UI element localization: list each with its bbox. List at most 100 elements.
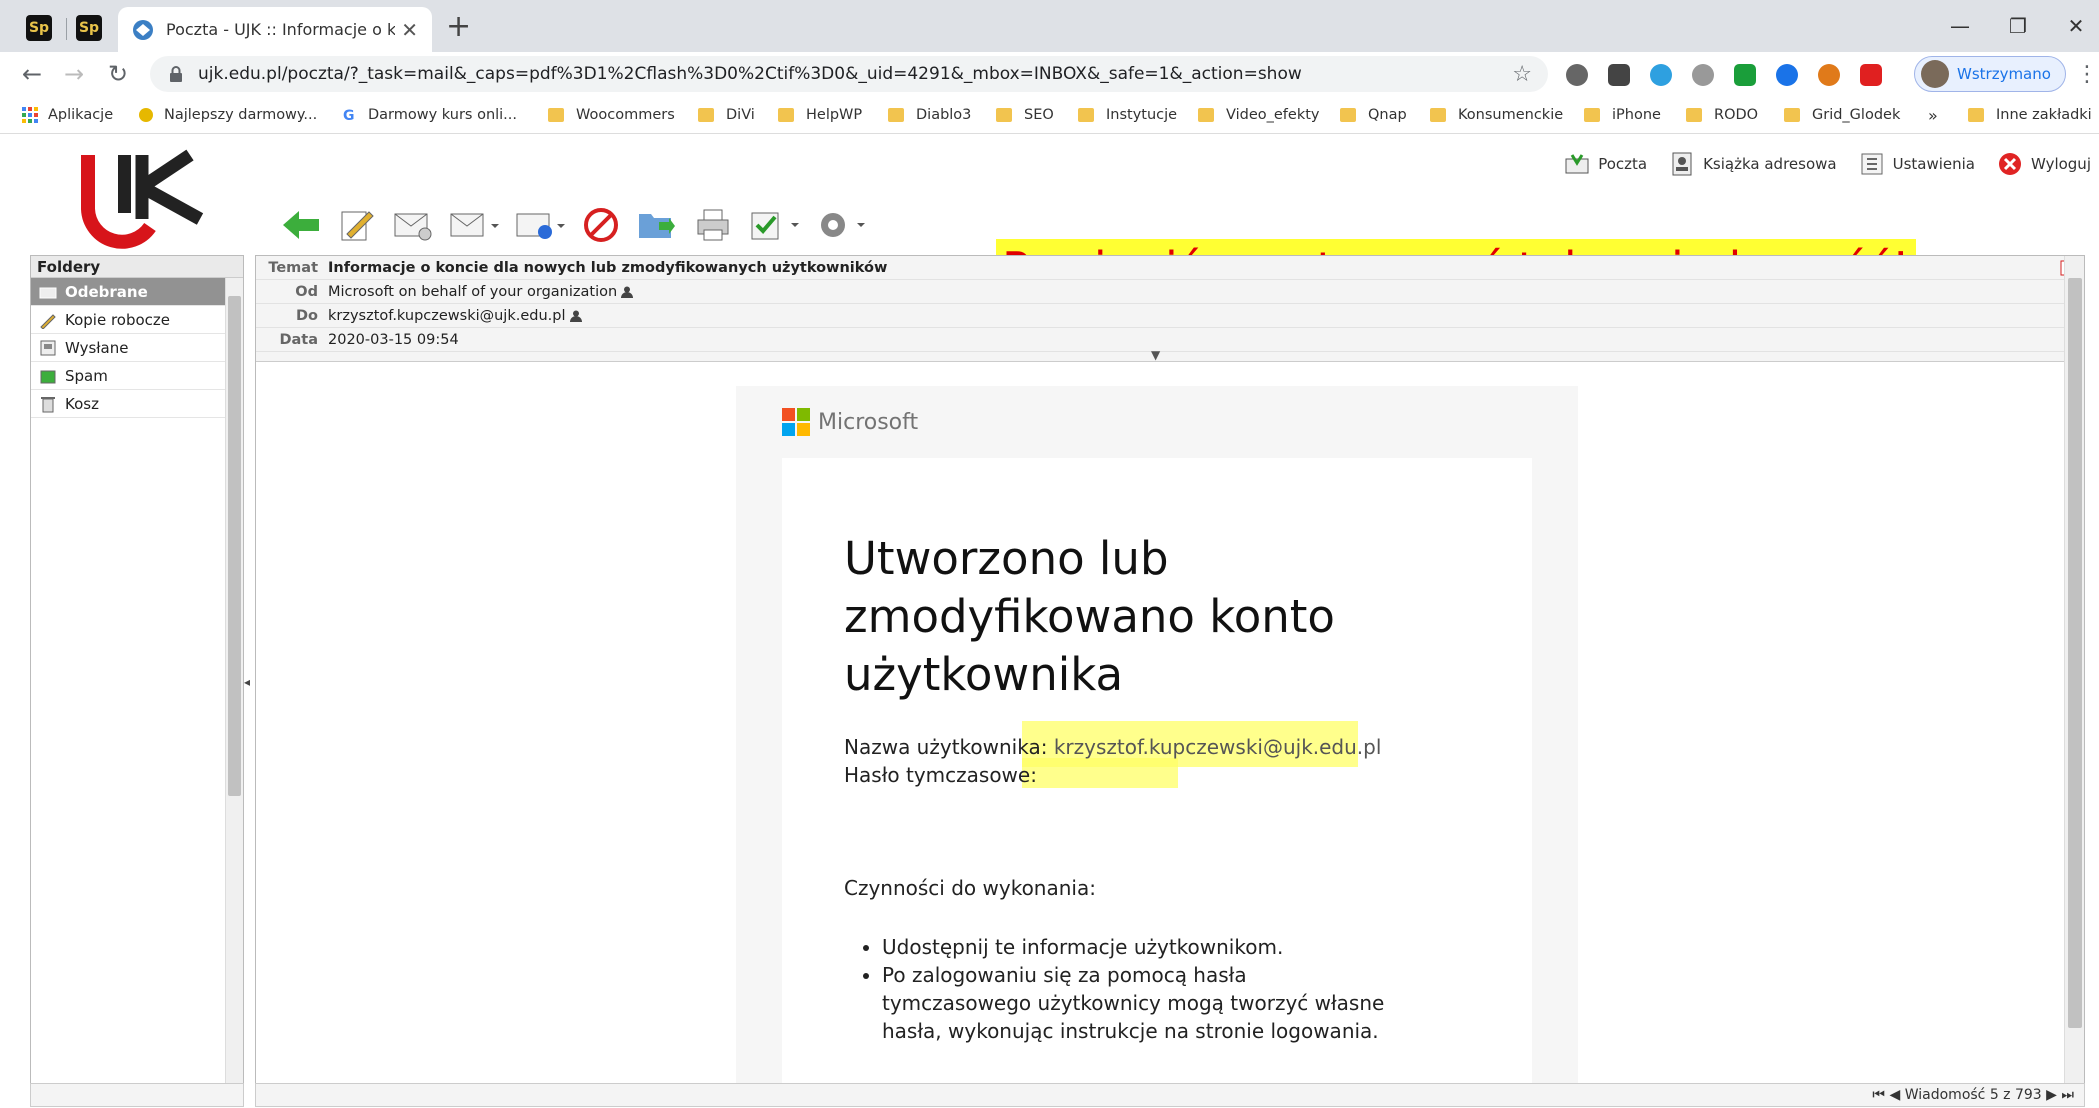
pencil-icon (40, 313, 56, 329)
folder-spam[interactable]: Spam (31, 362, 243, 390)
extension-red-icon[interactable] (1860, 64, 1882, 86)
folder-icon (996, 108, 1012, 122)
minimize-button[interactable]: — (1938, 8, 1982, 44)
bookmarks-bar: Aplikacje Najlepszy darmowy... G Darmowy … (0, 96, 2099, 134)
avatar (1921, 60, 1949, 88)
bookmark-najlepszy[interactable]: Najlepszy darmowy... (138, 104, 317, 126)
folder-scrollbar[interactable] (225, 278, 243, 1084)
restore-button[interactable]: ❐ (1996, 8, 2040, 44)
bookmark-apps[interactable]: Aplikacje (22, 104, 113, 126)
tab-strip: Sp Sp Poczta - UJK :: Informacje o konc … (0, 0, 2099, 52)
bookmarks-overflow-button[interactable]: » (1928, 104, 1938, 126)
addressbook-icon (1672, 152, 1692, 176)
folder-sent[interactable]: Wysłane (31, 334, 243, 362)
close-tab-icon[interactable]: ✕ (401, 18, 418, 42)
mark-button[interactable] (748, 204, 800, 246)
compose-button[interactable] (336, 204, 378, 246)
extension-blue-icon[interactable] (1776, 64, 1798, 86)
extension-chat-icon[interactable] (1692, 64, 1714, 86)
reload-button[interactable]: ↻ (100, 56, 136, 92)
header-to: Do krzysztof.kupczewski@ujk.edu.pl (256, 304, 2084, 328)
delete-button[interactable] (580, 204, 622, 246)
bookmark-divi[interactable]: DiVi (698, 104, 755, 126)
print-button[interactable] (692, 204, 734, 246)
bookmark-konsumenckie[interactable]: Konsumenckie (1430, 104, 1563, 126)
message-scrollbar[interactable] (2064, 256, 2084, 1089)
folder-list-title: Foldery (31, 256, 243, 278)
folder-list: Foldery Odebrane Kopie robocze Wysłane S… (30, 255, 244, 1085)
scrollbar-thumb[interactable] (228, 296, 241, 796)
forward-button[interactable]: → (56, 56, 92, 92)
active-tab[interactable]: Poczta - UJK :: Informacje o konc ✕ (118, 7, 432, 52)
folder-inbox[interactable]: Odebrane (31, 278, 243, 306)
reply-all-button[interactable] (448, 204, 500, 246)
first-message-icon[interactable]: ⏮ (1872, 1087, 1885, 1103)
bookmark-darmowy-kurs[interactable]: G Darmowy kurs onli... (342, 104, 517, 126)
sp-icon: Sp (76, 15, 102, 41)
forward-button[interactable] (514, 204, 566, 246)
scrollbar-thumb[interactable] (2068, 278, 2082, 1028)
user-icon[interactable] (621, 286, 634, 298)
pinned-tab-1[interactable]: Sp (14, 10, 64, 46)
inbox-icon (39, 287, 57, 298)
move-button[interactable] (636, 204, 678, 246)
bookmark-other[interactable]: Inne zakładki (1968, 104, 2092, 126)
folder-trash[interactable]: Kosz (31, 390, 243, 418)
extension-shield-icon[interactable] (1608, 64, 1630, 86)
apps-grid-icon (22, 107, 38, 123)
bookmark-rodo[interactable]: RODO (1686, 104, 1758, 126)
header-subject: Temat Informacje o koncie dla nowych lub … (256, 256, 2084, 280)
bookmark-seo[interactable]: SEO (996, 104, 1054, 126)
bookmark-video-efekty[interactable]: Video_efekty (1198, 104, 1320, 126)
folder-icon (1968, 108, 1984, 122)
bookmark-woocommers[interactable]: Woocommers (548, 104, 675, 126)
bookmark-grid-glodek[interactable]: Grid_Glodek (1784, 104, 1900, 126)
profile-button[interactable]: Wstrzymano (1914, 56, 2066, 92)
last-message-icon[interactable]: ⏭ (2061, 1087, 2074, 1103)
bookmark-qnap[interactable]: Qnap (1340, 104, 1407, 126)
site-icon (139, 108, 153, 122)
username-value[interactable]: krzysztof.kupczewski@ujk.edu.pl (1054, 735, 1382, 759)
spam-icon (40, 370, 56, 383)
close-window-button[interactable]: ✕ (2054, 8, 2098, 44)
next-message-icon[interactable]: ▶ (2046, 1087, 2057, 1103)
nav-mail[interactable]: Poczta (1564, 151, 1647, 177)
extension-cloud-icon[interactable] (1650, 64, 1672, 86)
nav-addressbook[interactable]: Książka adresowa (1669, 151, 1837, 177)
bookmark-instytucje[interactable]: Instytucje (1078, 104, 1177, 126)
bookmark-iphone[interactable]: iPhone (1584, 104, 1661, 126)
folder-icon (1686, 108, 1702, 122)
bookmark-helpwp[interactable]: HelpWP (778, 104, 862, 126)
reply-button[interactable] (392, 204, 434, 246)
back-to-list-button[interactable] (280, 204, 322, 246)
nav-logout[interactable]: Wyloguj (1997, 151, 2091, 177)
address-bar[interactable]: ujk.edu.pl/poczta/?_task=mail&_caps=pdf%… (150, 56, 1548, 92)
headers-toggle-icon[interactable]: ▼ (1151, 348, 1160, 362)
user-icon[interactable] (569, 310, 582, 322)
folder-drafts[interactable]: Kopie robocze (31, 306, 243, 334)
folder-footer (30, 1083, 244, 1107)
bookmark-star-icon[interactable]: ☆ (1512, 62, 1532, 87)
pane-splitter[interactable]: ◂ (244, 675, 250, 689)
prev-message-icon[interactable]: ◀ (1889, 1087, 1900, 1103)
more-actions-button[interactable] (814, 204, 866, 246)
browser-window: Sp Sp Poczta - UJK :: Informacje o konc … (0, 0, 2099, 1108)
print-icon (697, 209, 729, 241)
microsoft-grid-icon (782, 408, 810, 436)
extension-zoom-icon[interactable] (1566, 64, 1588, 86)
mail-toolbar (280, 200, 880, 250)
back-button[interactable]: ← (14, 56, 50, 92)
pinned-tab-2[interactable]: Sp (64, 10, 114, 46)
nav-settings[interactable]: Ustawienia (1859, 151, 1975, 177)
extension-flower-icon[interactable] (1818, 64, 1840, 86)
sent-icon (40, 340, 56, 355)
actions-title: Czynności do wykonania: (844, 876, 1096, 900)
google-icon: G (343, 108, 355, 123)
menu-kebab-icon[interactable]: ⋮ (2076, 62, 2098, 87)
extension-check-icon[interactable] (1734, 64, 1756, 86)
browser-toolbar: ← → ↻ ujk.edu.pl/poczta/?_task=mail&_cap… (0, 52, 2099, 96)
ujk-logo[interactable] (80, 149, 220, 249)
bookmark-diablo3[interactable]: Diablo3 (888, 104, 971, 126)
new-tab-button[interactable]: + (446, 12, 471, 42)
folder-icon (888, 108, 904, 122)
